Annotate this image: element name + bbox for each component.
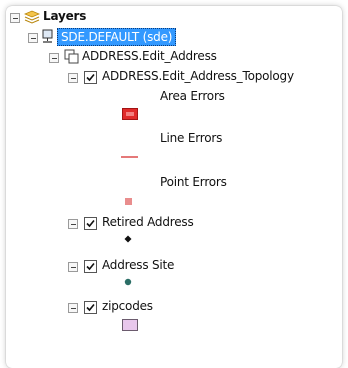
area-errors-label: Area Errors bbox=[160, 89, 225, 103]
checkmark-icon bbox=[86, 303, 95, 312]
teal-point-symbol bbox=[124, 278, 132, 286]
topology-label[interactable]: ADDRESS.Edit_Address_Topology bbox=[102, 68, 294, 84]
collapse-layers-button[interactable] bbox=[10, 13, 20, 23]
collapse-retired-button[interactable] bbox=[68, 219, 78, 229]
zipcodes-label[interactable]: zipcodes bbox=[102, 298, 153, 314]
retired-address-checkbox[interactable] bbox=[84, 217, 97, 230]
address-site-label[interactable]: Address Site bbox=[102, 257, 174, 273]
line-error-symbol bbox=[121, 156, 138, 158]
table-of-contents-panel: Layers SDE.DEFAULT (sde) ADDRESS.Edit_Ad… bbox=[6, 6, 342, 368]
database-icon bbox=[42, 29, 53, 43]
black-point-symbol bbox=[124, 235, 132, 243]
line-errors-label: Line Errors bbox=[160, 131, 223, 145]
retired-address-label[interactable]: Retired Address bbox=[102, 214, 194, 230]
point-error-symbol bbox=[125, 198, 132, 205]
db-connection-label[interactable]: SDE.DEFAULT (sde) bbox=[57, 28, 177, 46]
layers-label[interactable]: Layers bbox=[43, 8, 86, 24]
collapse-group-button[interactable] bbox=[49, 53, 59, 63]
group-layer-label[interactable]: ADDRESS.Edit_Address bbox=[82, 48, 217, 64]
checkmark-icon bbox=[86, 262, 95, 271]
checkmark-icon bbox=[86, 73, 95, 82]
canvas: Layers SDE.DEFAULT (sde) ADDRESS.Edit_Ad… bbox=[0, 0, 348, 368]
polygon-symbol bbox=[122, 319, 138, 331]
topology-checkbox[interactable] bbox=[84, 71, 97, 84]
address-site-checkbox[interactable] bbox=[84, 260, 97, 273]
collapse-zipcodes-button[interactable] bbox=[68, 303, 78, 313]
collapse-db-button[interactable] bbox=[28, 33, 38, 43]
group-layer-icon bbox=[64, 49, 79, 64]
collapse-topology-button[interactable] bbox=[68, 73, 78, 83]
collapse-address-site-button[interactable] bbox=[68, 262, 78, 272]
checkmark-icon bbox=[86, 219, 95, 228]
point-errors-label: Point Errors bbox=[160, 175, 227, 189]
area-error-symbol bbox=[122, 108, 138, 120]
zipcodes-checkbox[interactable] bbox=[84, 301, 97, 314]
layers-icon bbox=[24, 10, 40, 24]
